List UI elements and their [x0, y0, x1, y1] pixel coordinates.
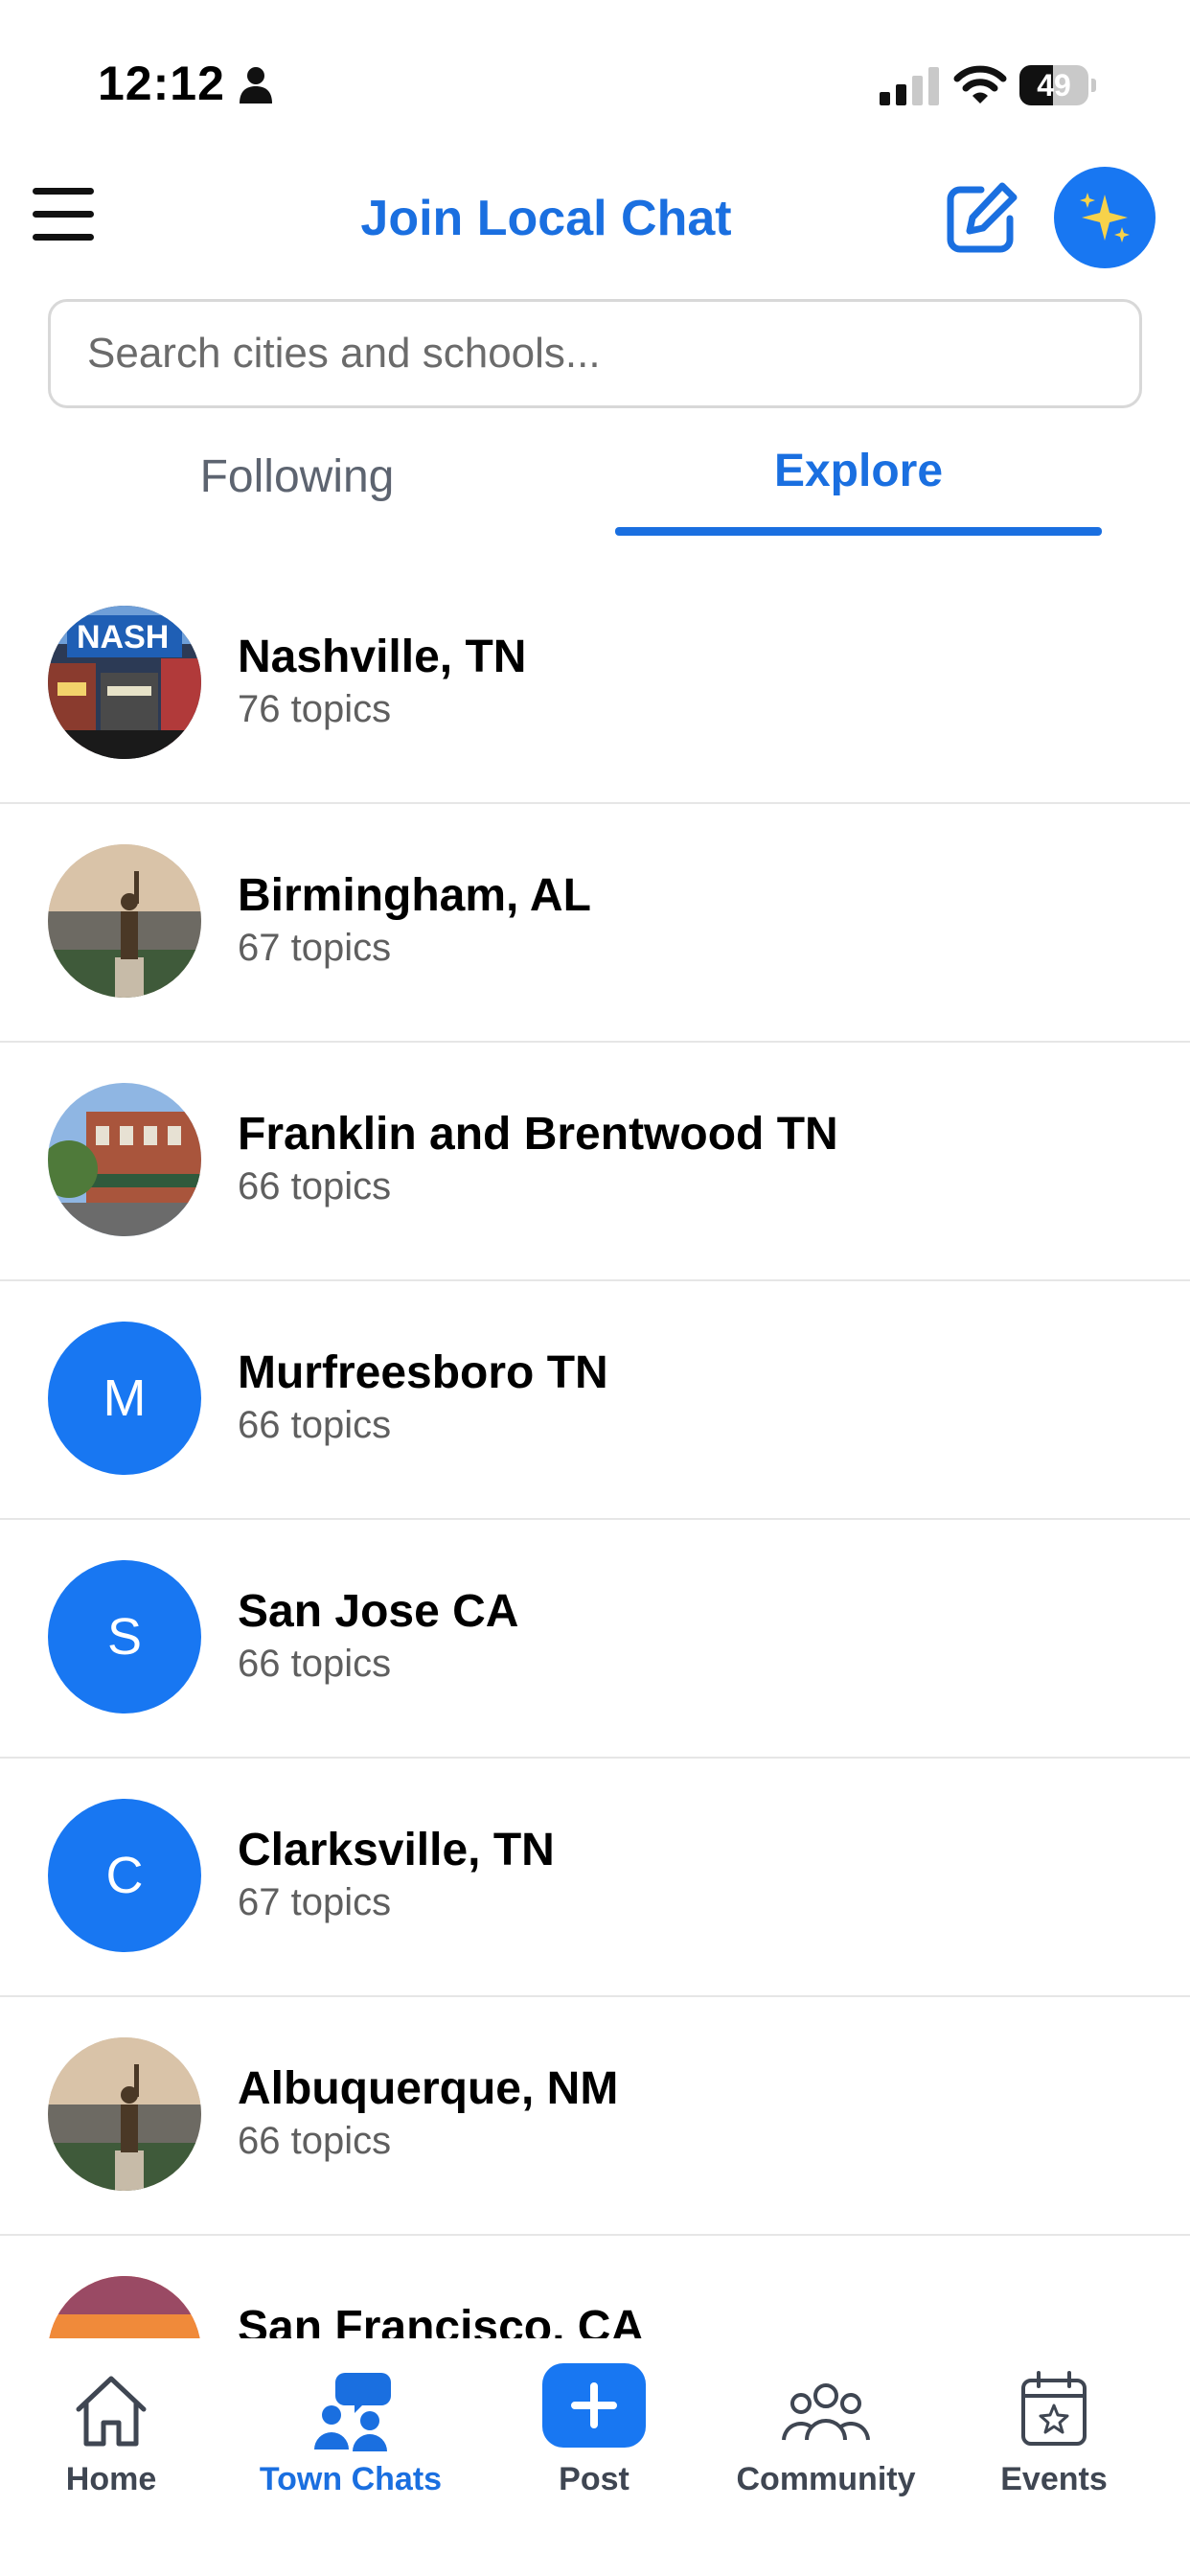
town-avatar-photo — [48, 844, 201, 998]
town-name: Nashville, TN — [238, 632, 527, 682]
active-tab-indicator — [615, 527, 1102, 536]
nav-post[interactable]: Post — [489, 2338, 699, 2530]
town-topic-count: 66 topics — [238, 1643, 392, 1685]
nav-community[interactable]: Community — [721, 2338, 931, 2530]
town-chats-icon — [314, 2373, 391, 2451]
town-row[interactable]: S San Jose CA 66 topics — [0, 1520, 1190, 1759]
battery-indicator: 49 — [1019, 65, 1096, 105]
cellular-signal-icon — [880, 67, 939, 105]
nav-events-label: Events — [1000, 2461, 1108, 2497]
town-topic-count: 67 topics — [238, 927, 392, 969]
town-avatar-photo — [48, 2037, 201, 2191]
tab-bar: Following Explore — [0, 431, 1190, 537]
calendar-star-icon — [1021, 2371, 1087, 2446]
town-topic-count: 66 topics — [238, 2120, 392, 2162]
status-time: 12:12 — [98, 57, 225, 110]
bottom-navigation: Home Town Chats Post Community Events — [0, 2338, 1190, 2576]
nav-home[interactable]: Home — [6, 2338, 217, 2530]
search-box — [48, 299, 1142, 408]
town-row[interactable]: M Murfreesboro TN 66 topics — [0, 1281, 1190, 1520]
nav-town-chats-label: Town Chats — [259, 2461, 443, 2497]
person-icon — [240, 67, 272, 104]
town-avatar-photo — [48, 1083, 201, 1236]
nav-community-label: Community — [736, 2461, 916, 2497]
post-button[interactable] — [542, 2363, 646, 2448]
town-name: Clarksville, TN — [238, 1825, 555, 1875]
town-row[interactable]: NASH Nashville, TN 76 topics — [0, 565, 1190, 804]
page-title: Join Local Chat — [360, 191, 732, 246]
town-avatar-photo — [48, 2276, 201, 2338]
home-icon — [76, 2376, 147, 2447]
battery-level-text: 49 — [1037, 68, 1071, 103]
town-name: Birmingham, AL — [238, 870, 591, 921]
search-input[interactable] — [87, 302, 1103, 405]
tab-explore[interactable]: Explore — [615, 431, 1102, 537]
town-list: NASH Nashville, TN 76 topics Birmingham,… — [0, 565, 1190, 2338]
town-name: Albuquerque, NM — [238, 2063, 619, 2114]
town-name: San Francisco, CA — [238, 2302, 645, 2338]
svg-text:NASH: NASH — [77, 619, 169, 656]
edit-icon[interactable] — [943, 180, 1019, 257]
community-icon — [782, 2383, 870, 2441]
nav-post-label: Post — [559, 2461, 629, 2497]
town-avatar-letter: M — [48, 1322, 201, 1475]
town-topic-count: 67 topics — [238, 1881, 392, 1923]
town-topic-count: 66 topics — [238, 1404, 392, 1446]
town-row[interactable]: C Clarksville, TN 67 topics — [0, 1759, 1190, 1997]
town-name: San Jose CA — [238, 1586, 519, 1637]
nav-home-label: Home — [65, 2461, 157, 2497]
town-avatar-letter: C — [48, 1799, 201, 1952]
town-topic-count: 76 topics — [238, 688, 392, 730]
town-row[interactable]: San Francisco, CA — [0, 2236, 1190, 2338]
town-name: Murfreesboro TN — [238, 1347, 608, 1398]
town-avatar-photo: NASH — [48, 606, 201, 759]
plus-icon — [571, 2382, 617, 2428]
town-avatar-letter: S — [48, 1560, 201, 1714]
nav-events[interactable]: Events — [949, 2338, 1159, 2530]
town-name: Franklin and Brentwood TN — [238, 1109, 838, 1160]
ai-assistant-button[interactable] — [1054, 167, 1156, 268]
app-header: Join Local Chat — [0, 153, 1190, 288]
menu-button[interactable] — [33, 188, 94, 242]
town-row[interactable]: Albuquerque, NM 66 topics — [0, 1997, 1190, 2236]
tab-following[interactable]: Following — [57, 431, 537, 537]
nav-town-chats[interactable]: Town Chats — [245, 2338, 456, 2530]
town-row[interactable]: Birmingham, AL 67 topics — [0, 804, 1190, 1043]
town-topic-count: 66 topics — [238, 1165, 392, 1208]
wifi-icon — [953, 65, 1007, 104]
status-bar: 12:12 49 — [0, 0, 1190, 144]
town-row[interactable]: Franklin and Brentwood TN 66 topics — [0, 1043, 1190, 1281]
sparkles-icon — [1080, 193, 1130, 242]
